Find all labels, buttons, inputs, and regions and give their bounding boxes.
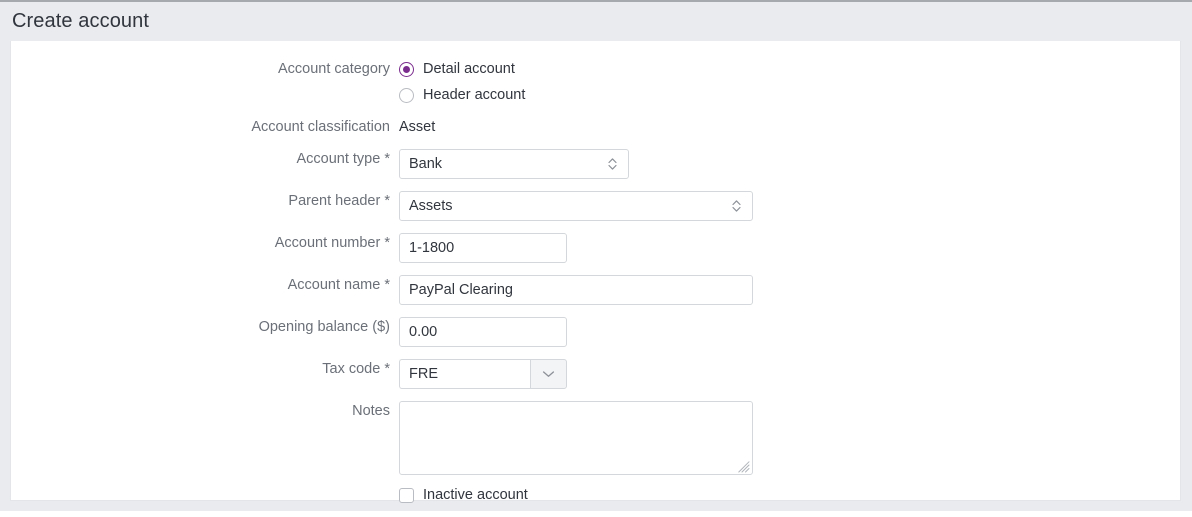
select-value-parent-header: Assets: [409, 198, 453, 214]
label-account-category: Account category: [277, 61, 390, 77]
input-account-number[interactable]: 1-1800: [399, 233, 567, 263]
select-stepper-icon: [731, 199, 742, 214]
field-row-account-category: Account category Detail account Header a…: [11, 59, 1180, 105]
combobox-tax-code[interactable]: FRE: [399, 359, 567, 389]
label-parent-header: Parent header *: [288, 193, 390, 209]
field-row-notes: Notes: [11, 401, 1180, 475]
create-account-form: Account category Detail account Header a…: [11, 41, 1180, 517]
page-title: Create account: [12, 10, 150, 32]
label-account-type: Account type *: [296, 151, 390, 167]
radio-detail-account-icon[interactable]: [399, 61, 414, 77]
input-opening-balance[interactable]: 0.00: [399, 317, 567, 347]
input-account-name[interactable]: PayPal Clearing: [399, 275, 753, 305]
input-value-account-name: PayPal Clearing: [409, 282, 513, 298]
field-row-account-type: Account type * Bank: [11, 149, 1180, 179]
required-mark-account-type: *: [384, 151, 390, 167]
label-opening-balance: Opening balance ($): [258, 319, 390, 335]
label-account-classification: Account classification: [251, 119, 390, 135]
value-account-classification-wrap: Asset: [399, 117, 1180, 137]
checkbox-row-inactive-account[interactable]: Inactive account: [399, 485, 1180, 505]
field-row-account-number: Account number * 1-1800: [11, 233, 1180, 263]
chevron-down-icon: [542, 365, 555, 383]
input-value-opening-balance: 0.00: [409, 324, 438, 340]
radio-label-detail-account: Detail account: [423, 61, 515, 77]
radio-group-account-category: Detail account Header account: [399, 59, 1180, 105]
select-value-account-type: Bank: [409, 156, 443, 172]
field-row-account-name: Account name * PayPal Clearing: [11, 275, 1180, 305]
checkbox-label-inactive-account: Inactive account: [423, 487, 528, 503]
required-mark-account-number: *: [384, 235, 390, 251]
required-mark-account-name: *: [384, 277, 390, 293]
resize-grip-icon[interactable]: [738, 460, 750, 473]
radio-header-account-icon[interactable]: [399, 87, 414, 103]
required-mark-tax-code: *: [384, 361, 390, 377]
create-account-screen: Create account Account category Detail a…: [0, 0, 1192, 511]
select-parent-header[interactable]: Assets: [399, 191, 753, 221]
combobox-value-tax-code[interactable]: FRE: [399, 359, 530, 389]
label-account-number: Account number *: [274, 235, 390, 251]
value-account-classification: Asset: [399, 119, 436, 135]
page-header: Create account: [0, 2, 1192, 41]
required-mark-parent-header: *: [384, 193, 390, 209]
label-tax-code: Tax code *: [322, 361, 390, 377]
radio-option-header-account[interactable]: Header account: [399, 85, 1180, 105]
radio-option-detail-account[interactable]: Detail account: [399, 59, 1180, 79]
field-row-parent-header: Parent header * Assets: [11, 191, 1180, 221]
textarea-notes[interactable]: [399, 401, 753, 475]
combobox-toggle-tax-code[interactable]: [530, 359, 567, 389]
input-value-account-number: 1-1800: [409, 240, 455, 256]
field-row-tax-code: Tax code * FRE: [11, 359, 1180, 389]
field-row-opening-balance: Opening balance ($) 0.00: [11, 317, 1180, 347]
form-card: Account category Detail account Header a…: [10, 41, 1181, 503]
select-stepper-icon: [607, 157, 618, 172]
radio-label-header-account: Header account: [423, 87, 526, 103]
checkbox-inactive-account-icon[interactable]: [399, 487, 414, 503]
field-row-inactive-account: Inactive account: [11, 485, 1180, 505]
select-account-type[interactable]: Bank: [399, 149, 629, 179]
label-notes: Notes: [352, 403, 390, 419]
label-account-name: Account name *: [287, 277, 390, 293]
field-row-account-classification: Account classification Asset: [11, 117, 1180, 137]
